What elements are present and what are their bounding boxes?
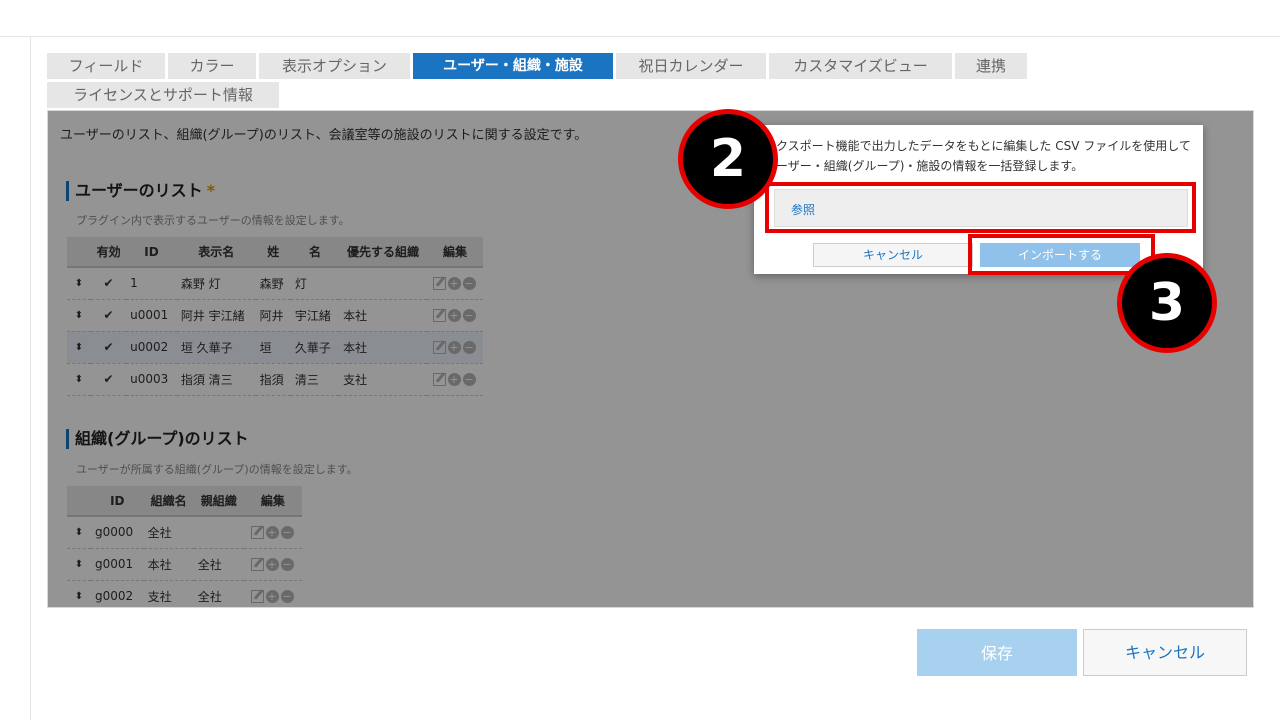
step-badge-2: 2 [678,109,778,209]
import-dialog-text: クスポート機能で出力したデータをもとに編集した CSV ファイルを使用して ーザ… [776,136,1191,176]
tab-field[interactable]: フィールド [47,53,165,79]
tab-user-org-facility[interactable]: ユーザー・組織・施設 [413,53,613,79]
left-divider [30,37,31,720]
tab-license-support[interactable]: ライセンスとサポート情報 [47,82,279,108]
tab-display-options[interactable]: 表示オプション [259,53,410,79]
dialog-cancel-button[interactable]: キャンセル [813,243,973,267]
tab-integration[interactable]: 連携 [955,53,1027,79]
import-dialog-line2: ーザー・組織(グループ)・施設の情報を一括登録します。 [776,159,1084,173]
save-button[interactable]: 保存 [917,629,1077,676]
import-dialog-line1: クスポート機能で出力したデータをもとに編集した CSV ファイルを使用して [776,139,1191,153]
highlight-import-box [968,234,1155,275]
header-divider [0,36,1280,37]
step-badge-3: 3 [1117,253,1217,353]
tab-color[interactable]: カラー [168,53,256,79]
highlight-browse-box [765,182,1196,233]
cancel-button[interactable]: キャンセル [1083,629,1247,676]
tab-customize-view[interactable]: カスタマイズビュー [769,53,952,79]
tab-holiday-calendar[interactable]: 祝日カレンダー [616,53,766,79]
